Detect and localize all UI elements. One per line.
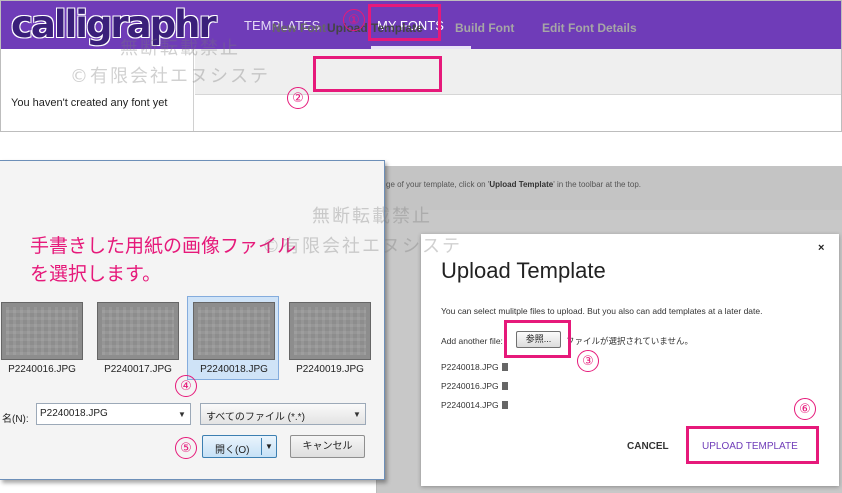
file-thumbnail[interactable]: P2240019.JPG [287, 296, 373, 382]
fonts-sidebar [1, 49, 194, 131]
dialog-instruction: 手書きした用紙の画像ファイル を選択します。 [30, 232, 296, 288]
file-thumbnail[interactable]: P2240016.JPG [0, 296, 85, 382]
open-button[interactable]: 開く(O) ▼ [202, 435, 277, 458]
uploaded-file-item: P2240018.JPG [441, 362, 508, 372]
upload-template-highlight-box [313, 56, 442, 92]
uploaded-file-item: P2240014.JPG [441, 400, 508, 410]
modal-description: You can select mulitple files to upload.… [441, 306, 763, 316]
step-4-marker: ④ [175, 375, 197, 397]
upload-hint-text: ge of your template, click on 'Upload Te… [386, 180, 642, 189]
image-thumbnail-icon [289, 302, 371, 360]
filename-label: 名(N): [2, 414, 29, 425]
step-3-marker: ③ [577, 350, 599, 372]
file-thumbnail[interactable]: P2240017.JPG [95, 296, 181, 382]
edit-font-details-button[interactable]: Edit Font Details [542, 21, 637, 35]
no-font-message: You haven't created any font yet [11, 97, 168, 109]
split-divider [261, 438, 262, 455]
add-file-label: Add another file: [441, 336, 503, 346]
filename-input[interactable]: P2240018.JPG [36, 403, 191, 425]
file-thumbnail-label: P2240019.JPG [296, 364, 364, 375]
instruction-line-1: 手書きした用紙の画像ファイル [30, 235, 297, 257]
file-thumbnail-label: P2240018.JPG [200, 364, 268, 375]
step-6-marker: ⑥ [794, 398, 816, 420]
chevron-down-icon[interactable]: ▼ [178, 410, 186, 419]
file-thumbnail-label: P2240016.JPG [8, 364, 76, 375]
trash-icon[interactable] [501, 382, 508, 390]
close-icon[interactable]: × [818, 242, 824, 254]
instruction-line-2: を選択します。 [30, 263, 162, 285]
file-thumbnail-label: P2240017.JPG [104, 364, 172, 375]
trash-icon[interactable] [501, 401, 508, 409]
image-thumbnail-icon [193, 302, 275, 360]
caret-down-icon[interactable]: ▼ [265, 442, 273, 451]
chevron-down-icon[interactable]: ▼ [353, 410, 361, 419]
modal-cancel-button[interactable]: CANCEL [627, 441, 669, 452]
calligraphr-logo[interactable]: calligraphr [11, 3, 217, 46]
image-thumbnail-icon [1, 302, 83, 360]
upload-submit-highlight-box [686, 426, 819, 464]
open-button-label: 開く(O) [215, 445, 250, 456]
file-thumbnail-selected[interactable]: P2240018.JPG [187, 296, 279, 382]
modal-title: Upload Template [441, 258, 606, 283]
dialog-cancel-button[interactable]: キャンセル [290, 435, 365, 458]
image-thumbnail-icon [97, 302, 179, 360]
my-fonts-highlight-box [368, 4, 441, 41]
file-name: P2240014.JPG [441, 400, 499, 410]
browse-highlight-box [504, 320, 571, 358]
uploaded-file-item: P2240016.JPG [441, 381, 508, 391]
new-font-button[interactable]: New Font [272, 21, 326, 35]
trash-icon[interactable] [501, 363, 508, 371]
step-2-marker: ② [287, 87, 309, 109]
file-name: P2240016.JPG [441, 381, 499, 391]
step-5-marker: ⑤ [175, 437, 197, 459]
file-name: P2240018.JPG [441, 362, 499, 372]
no-file-selected-text: ファイルが選択されていません。 [566, 336, 693, 346]
filetype-select[interactable]: すべてのファイル (*.*) [200, 403, 366, 425]
build-font-button[interactable]: Build Font [455, 21, 514, 35]
step-1-marker: ① [343, 9, 365, 31]
